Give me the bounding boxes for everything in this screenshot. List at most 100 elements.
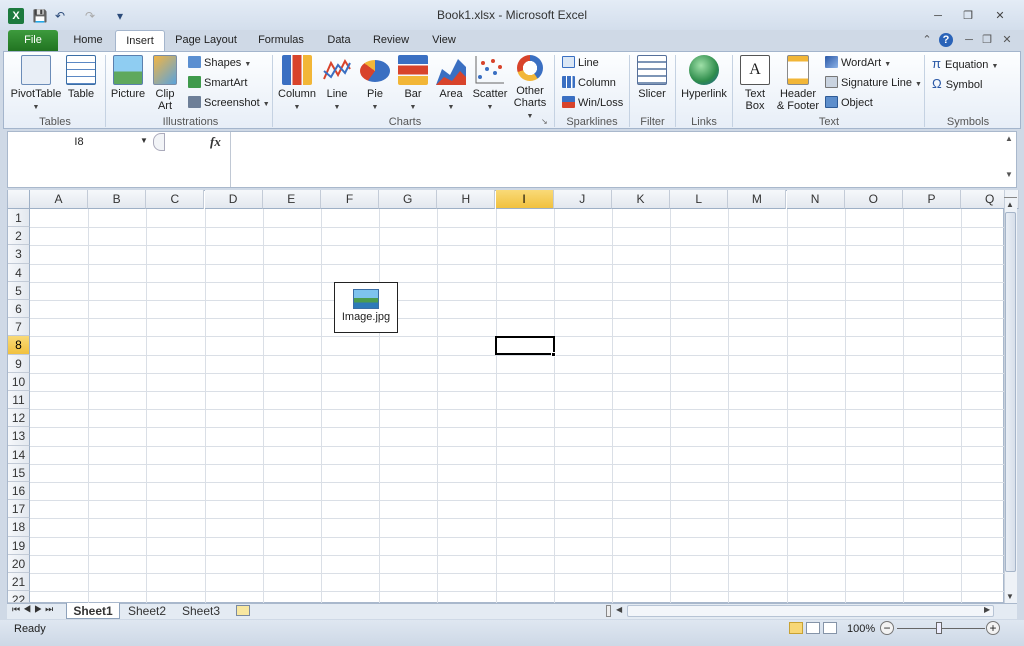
symbol-button[interactable]: Ω Symbol bbox=[932, 75, 982, 92]
horizontal-scroll-thumb[interactable] bbox=[627, 605, 994, 617]
column-header-I[interactable]: I bbox=[495, 190, 554, 209]
column-header-M[interactable]: M bbox=[728, 190, 787, 209]
row-header-21[interactable]: 21 bbox=[8, 573, 30, 592]
zoom-out-button[interactable]: − bbox=[880, 621, 894, 635]
text-box-button[interactable]: A Text Box bbox=[738, 55, 772, 112]
clip-art-button[interactable]: Clip Art bbox=[150, 55, 180, 112]
scatter-chart-button[interactable]: Scatter ▼ bbox=[470, 55, 510, 114]
scroll-down-icon[interactable]: ▼ bbox=[1006, 592, 1014, 601]
charts-dialog-launcher-icon[interactable]: ↘ bbox=[541, 117, 548, 126]
column-header-J[interactable]: J bbox=[553, 190, 612, 209]
hyperlink-button[interactable]: Hyperlink bbox=[680, 55, 728, 100]
row-header-13[interactable]: 13 bbox=[8, 427, 30, 446]
formula-bar-splitter[interactable] bbox=[153, 133, 165, 151]
active-cell-I8[interactable] bbox=[495, 336, 555, 355]
wordart-button[interactable]: WordArt ▼ bbox=[825, 55, 891, 72]
row-header-20[interactable]: 20 bbox=[8, 554, 30, 573]
column-chart-button[interactable]: Column ▼ bbox=[276, 55, 318, 114]
wb-close-icon[interactable]: ✕ bbox=[1000, 33, 1014, 47]
row-header-8[interactable]: 8 bbox=[8, 336, 30, 355]
column-header-H[interactable]: H bbox=[437, 190, 496, 209]
other-charts-button[interactable]: Other Charts ▼ bbox=[510, 55, 550, 123]
sparkline-column-button[interactable]: Column bbox=[562, 75, 616, 92]
formula-collapse-up-icon[interactable]: ▲ bbox=[1005, 134, 1013, 143]
row-header-3[interactable]: 3 bbox=[8, 245, 30, 264]
slicer-button[interactable]: Slicer bbox=[634, 55, 670, 100]
column-header-P[interactable]: P bbox=[903, 190, 961, 209]
tab-insert[interactable]: Insert bbox=[115, 30, 165, 51]
smartart-button[interactable]: SmartArt bbox=[188, 75, 247, 92]
name-box-dropdown-icon[interactable]: ▼ bbox=[140, 136, 148, 145]
row-header-16[interactable]: 16 bbox=[8, 482, 30, 501]
screenshot-button[interactable]: Screenshot ▼ bbox=[188, 95, 270, 112]
restore-icon[interactable]: ❐ bbox=[956, 8, 980, 24]
column-header-L[interactable]: L bbox=[670, 190, 729, 209]
column-header-D[interactable]: D bbox=[204, 190, 263, 209]
scroll-right-icon[interactable]: ▶ bbox=[984, 605, 990, 614]
minimize-icon[interactable]: ─ bbox=[926, 8, 950, 24]
row-header-18[interactable]: 18 bbox=[8, 518, 30, 537]
tab-review[interactable]: Review bbox=[366, 30, 416, 51]
equation-button[interactable]: π Equation ▼ bbox=[932, 55, 998, 72]
sheet-nav-icons[interactable]: ⏮◀▶⏭ bbox=[12, 604, 56, 615]
row-header-17[interactable]: 17 bbox=[8, 500, 30, 519]
object-button[interactable]: Object bbox=[825, 95, 873, 112]
column-header-B[interactable]: B bbox=[88, 190, 147, 209]
tab-home[interactable]: Home bbox=[66, 30, 110, 51]
row-header-5[interactable]: 5 bbox=[8, 281, 30, 300]
column-header-E[interactable]: E bbox=[262, 190, 321, 209]
bar-chart-button[interactable]: Bar ▼ bbox=[396, 55, 430, 114]
tab-data[interactable]: Data bbox=[318, 30, 360, 51]
worksheet-grid[interactable] bbox=[7, 190, 1004, 603]
help-icon[interactable]: ? bbox=[939, 33, 953, 47]
page-layout-view-button[interactable] bbox=[806, 622, 820, 634]
zoom-in-button[interactable]: + bbox=[986, 621, 1000, 635]
row-header-19[interactable]: 19 bbox=[8, 536, 30, 555]
pie-chart-button[interactable]: Pie ▼ bbox=[358, 55, 392, 114]
column-header-N[interactable]: N bbox=[786, 190, 845, 209]
insert-function-icon[interactable]: fx bbox=[210, 134, 221, 150]
tab-view[interactable]: View bbox=[424, 30, 464, 51]
row-header-22[interactable]: 22 bbox=[8, 591, 30, 603]
normal-view-button[interactable] bbox=[789, 622, 803, 634]
pivottable-button[interactable]: PivotTable ▼ bbox=[10, 55, 62, 114]
scroll-left-icon[interactable]: ◀ bbox=[616, 605, 622, 614]
row-header-14[interactable]: 14 bbox=[8, 445, 30, 464]
formula-input[interactable] bbox=[230, 132, 1002, 187]
picture-button[interactable]: Picture bbox=[110, 55, 146, 100]
sheet-tab-sheet3[interactable]: Sheet3 bbox=[176, 603, 226, 619]
select-all-corner[interactable] bbox=[8, 190, 30, 209]
area-chart-button[interactable]: Area ▼ bbox=[434, 55, 468, 114]
row-header-4[interactable]: 4 bbox=[8, 263, 30, 282]
signature-line-button[interactable]: Signature Line ▼ bbox=[825, 75, 922, 92]
shapes-button[interactable]: Shapes ▼ bbox=[188, 55, 251, 72]
table-button[interactable]: Table bbox=[64, 55, 98, 100]
column-header-F[interactable]: F bbox=[321, 190, 379, 209]
vertical-scroll-thumb[interactable] bbox=[1005, 212, 1016, 572]
column-header-O[interactable]: O bbox=[844, 190, 903, 209]
row-header-7[interactable]: 7 bbox=[8, 318, 30, 337]
row-header-10[interactable]: 10 bbox=[8, 372, 30, 391]
row-header-11[interactable]: 11 bbox=[8, 391, 30, 410]
tab-file[interactable]: File bbox=[8, 30, 58, 51]
row-header-9[interactable]: 9 bbox=[8, 354, 30, 373]
zoom-slider-thumb[interactable] bbox=[936, 622, 942, 634]
row-header-6[interactable]: 6 bbox=[8, 300, 30, 319]
name-box[interactable]: I8 bbox=[9, 133, 149, 151]
row-header-2[interactable]: 2 bbox=[8, 227, 30, 246]
zoom-level[interactable]: 100% bbox=[847, 623, 875, 635]
embedded-image-object[interactable]: Image.jpg bbox=[334, 282, 398, 333]
row-header-15[interactable]: 15 bbox=[8, 463, 30, 482]
scroll-up-icon[interactable]: ▲ bbox=[1006, 200, 1014, 209]
insert-worksheet-icon[interactable] bbox=[236, 605, 250, 616]
minimize-ribbon-icon[interactable]: ⌃ bbox=[920, 33, 934, 47]
column-header-C[interactable]: C bbox=[146, 190, 205, 209]
sparkline-winloss-button[interactable]: Win/Loss bbox=[562, 95, 623, 112]
header-footer-button[interactable]: Header & Footer bbox=[774, 55, 822, 112]
row-header-1[interactable]: 1 bbox=[8, 209, 30, 228]
split-box[interactable] bbox=[1004, 192, 1017, 198]
column-header-K[interactable]: K bbox=[612, 190, 670, 209]
sheet-tab-sheet2[interactable]: Sheet2 bbox=[122, 603, 172, 619]
tab-formulas[interactable]: Formulas bbox=[250, 30, 312, 51]
line-chart-button[interactable]: Line ▼ bbox=[320, 55, 354, 114]
